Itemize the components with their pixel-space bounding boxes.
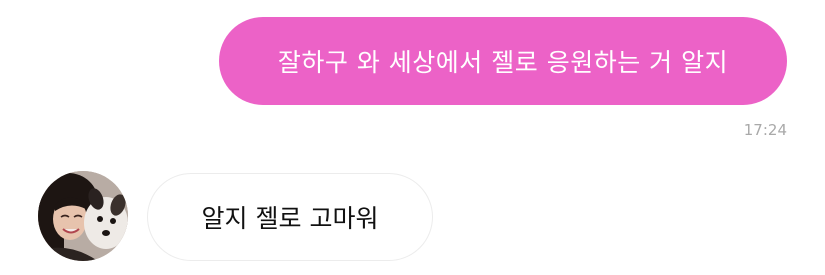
incoming-message-bubble[interactable]: 알지 젤로 고마워: [147, 173, 433, 261]
incoming-message-text: 알지 젤로 고마워: [201, 204, 379, 233]
outgoing-message-bubble[interactable]: 잘하구 와 세상에서 젤로 응원하는 거 알지: [219, 17, 787, 105]
chat-thread: 잘하구 와 세상에서 젤로 응원하는 거 알지 17:24 알지 젤로 고마워: [0, 0, 825, 275]
message-timestamp: 17:24: [743, 121, 787, 139]
avatar[interactable]: [38, 171, 128, 261]
profile-photo-icon: [38, 171, 128, 261]
outgoing-message-text: 잘하구 와 세상에서 젤로 응원하는 거 알지: [277, 48, 729, 77]
